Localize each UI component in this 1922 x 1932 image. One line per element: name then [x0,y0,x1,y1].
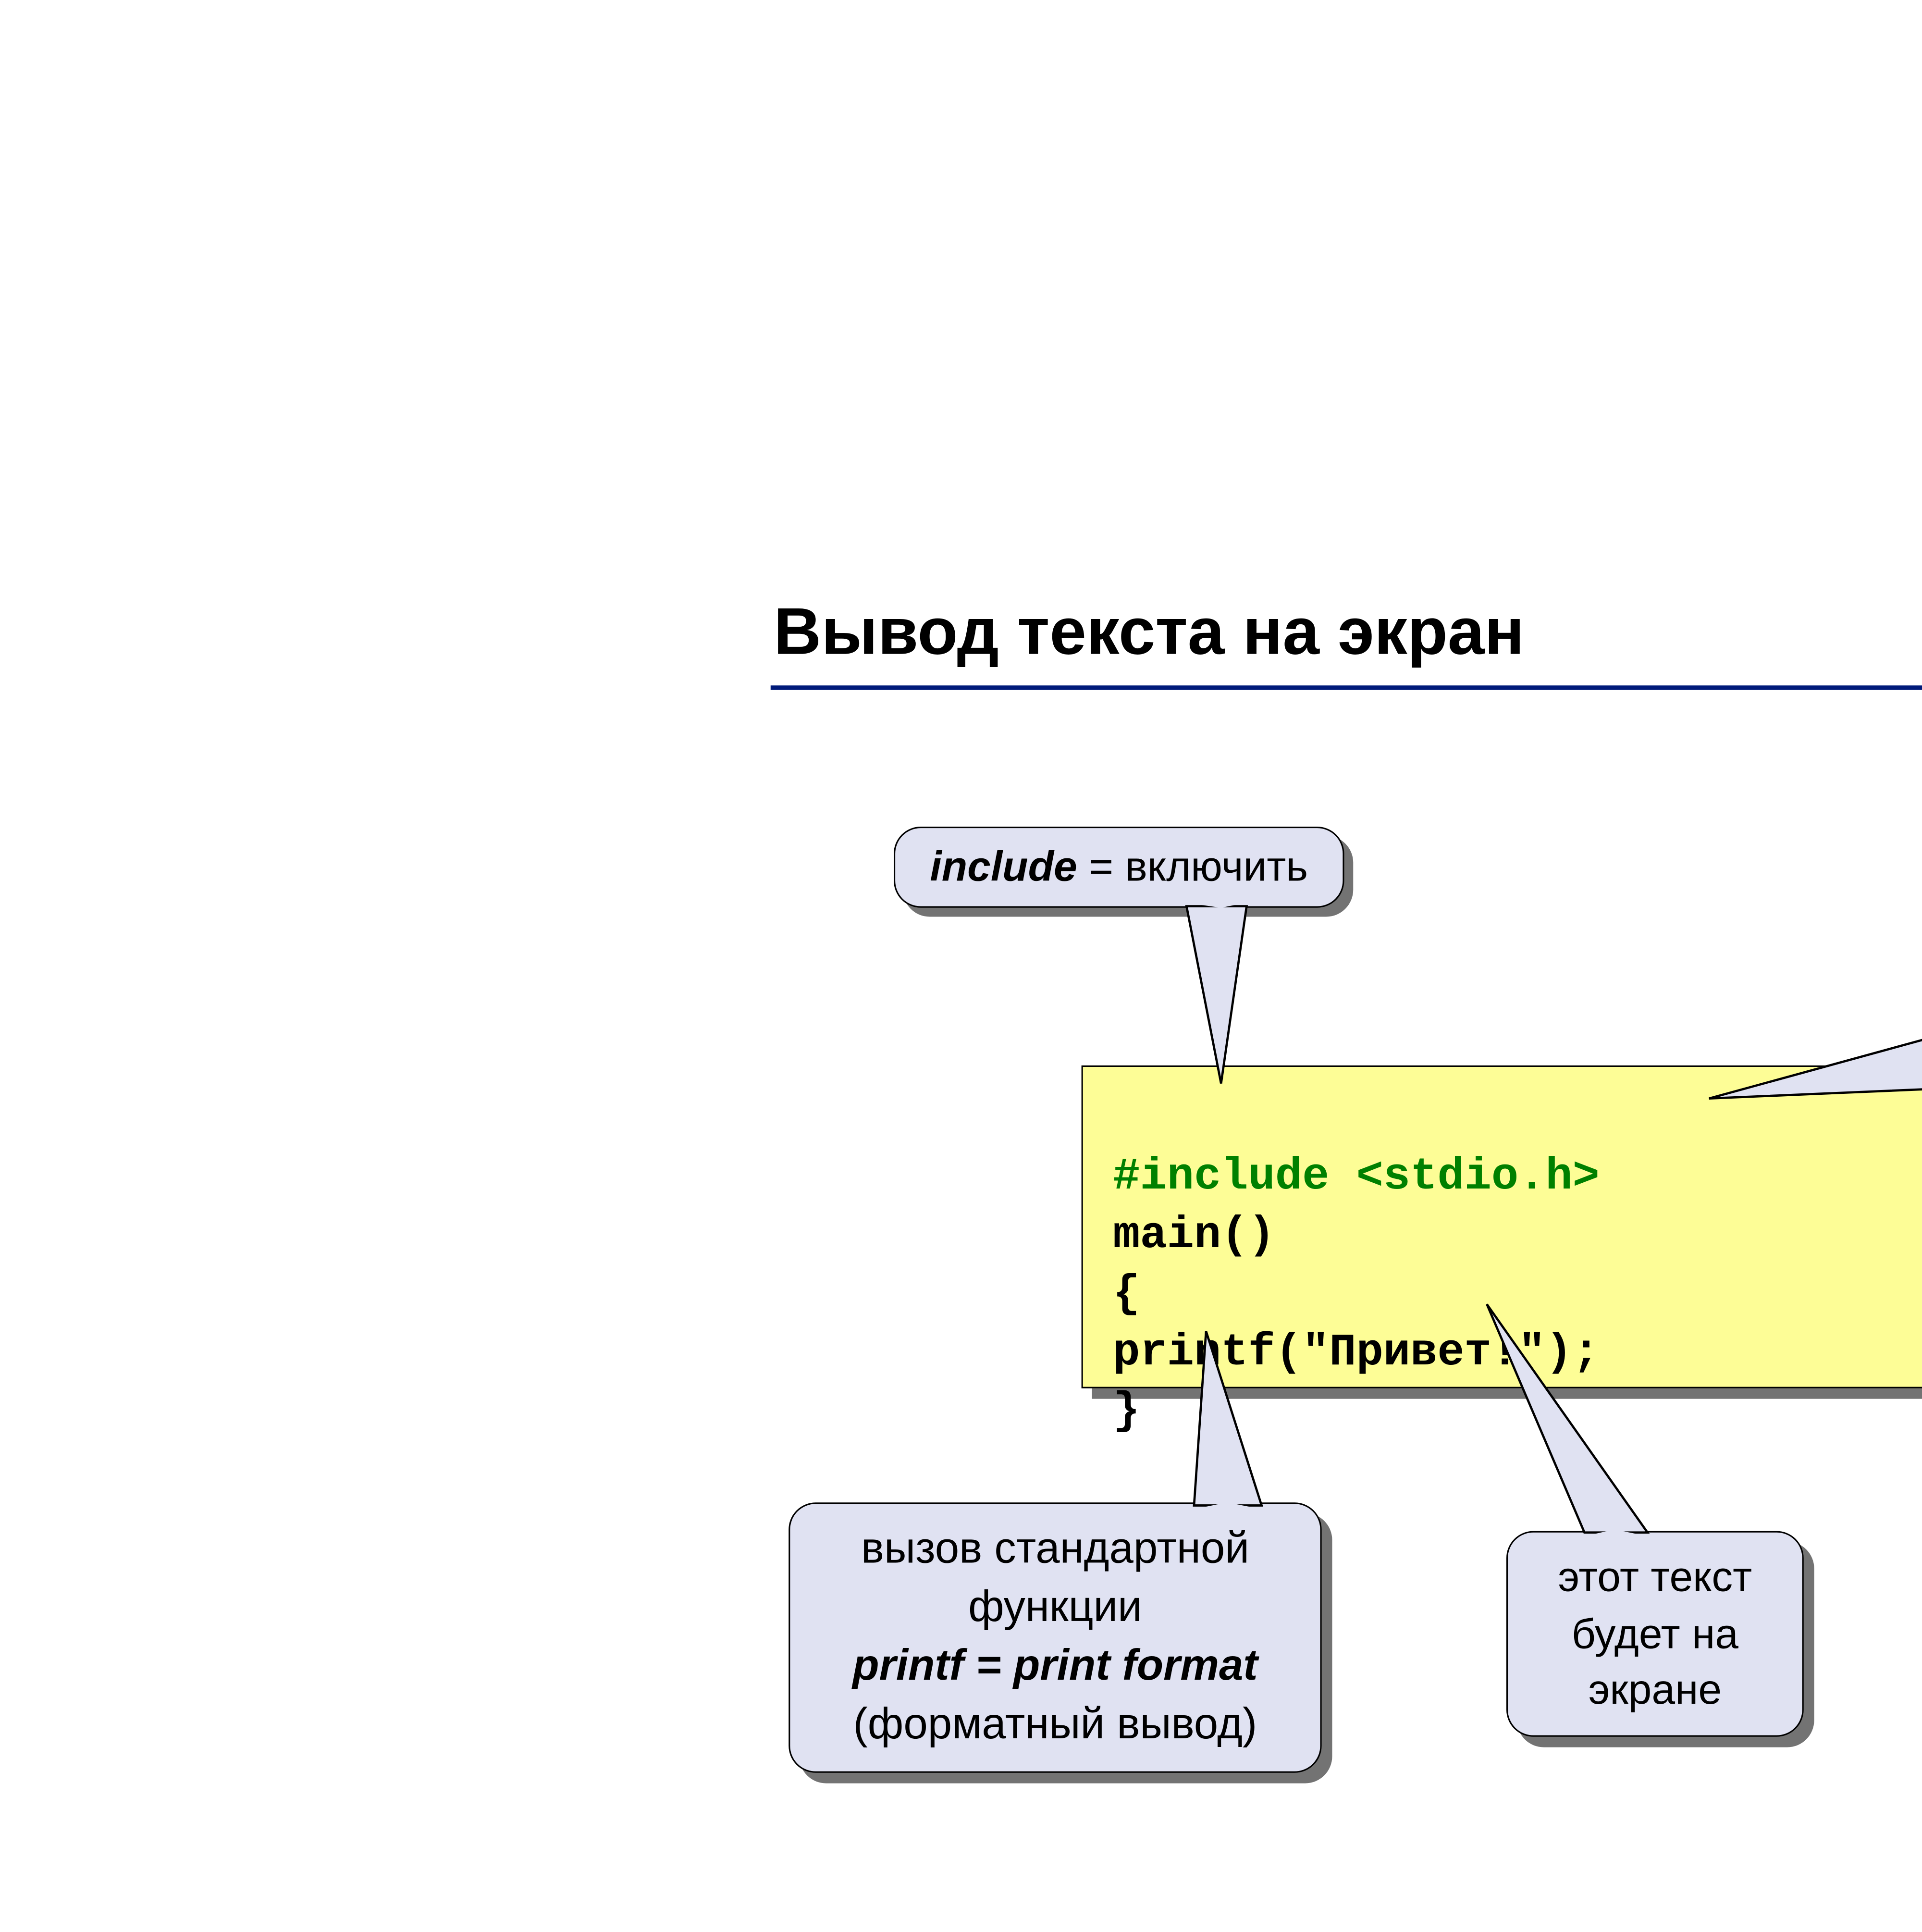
title-rule [771,685,1922,690]
callout-output-line2: будет на [1572,1606,1738,1662]
code-line-include: #include <stdio.h> [1113,1152,1600,1203]
callout-printf-line2: функции [968,1579,1142,1637]
callout-include-text: include = включить [930,843,1308,891]
code-line-close-brace: } [1113,1387,1140,1438]
callout-output: этот текст будет на экране [1506,1531,1804,1737]
page-title: Вывод текста на экран [774,595,1524,670]
code-line-main: main() [1113,1211,1275,1262]
callout-printf: вызов стандартной функции printf = print… [789,1502,1321,1773]
callout-output-line3: экране [1589,1662,1722,1719]
code-line-open-brace: { [1113,1270,1140,1321]
code-line-printf: printf("Привет!"); [1113,1328,1600,1379]
code-block: #include <stdio.h> main() { printf("Прив… [1082,1065,1922,1388]
callout-include-bold: include [930,843,1077,890]
callout-printf-line1: вызов стандартной [861,1520,1249,1579]
callout-include-rest: = включить [1077,843,1308,890]
callout-printf-line3: printf = print format [852,1638,1257,1697]
pointer-include [1186,903,1246,1083]
callout-output-line1: этот текст [1558,1548,1752,1605]
callout-printf-line4: (форматный вывод) [853,1697,1257,1755]
callout-include: include = включить [894,827,1344,908]
